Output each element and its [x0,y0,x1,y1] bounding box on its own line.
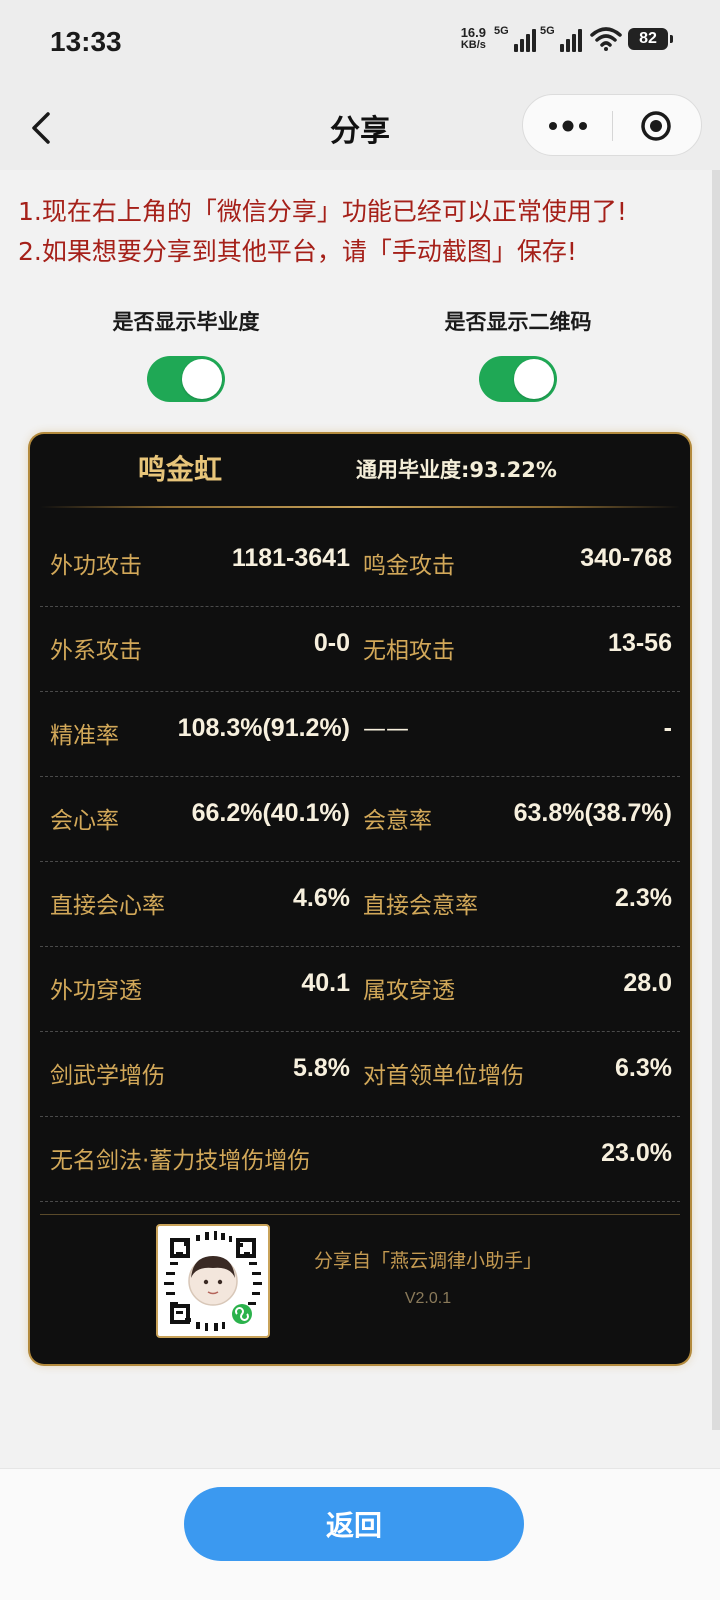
stat-label: 会意率 [363,808,432,834]
mini-program-capsule [522,94,702,156]
toggle-show-grad: 是否显示毕业度 [86,306,286,402]
stat-row: 精准率 108.3%(91.2%) —— - [40,692,680,777]
toggle-show-grad-label: 是否显示毕业度 [112,310,260,334]
signal-type-label-2: 5G [540,25,555,37]
stat-row-wide: 无名剑法·蓄力技增伤增伤 23.0% [40,1117,680,1202]
show-qr-switch[interactable] [479,356,557,402]
stat-value: 63.8%(38.7%) [513,799,672,827]
notice-line-1: 1.现在右上角的「微信分享」功能已经可以正常使用了! [18,197,627,226]
back-button[interactable]: 返回 [184,1487,524,1561]
toggle-show-qr-label: 是否显示二维码 [444,310,592,334]
network-speed: 16.9 KB/s [461,26,486,52]
status-time: 13:33 [50,26,122,57]
stat-value: 28.0 [623,969,672,997]
version-text: V2.0.1 [404,1290,452,1307]
stat-label: 无名剑法·蓄力技增伤增伤 [50,1148,311,1174]
notice-line-2: 2.如果想要分享到其他平台，请「手动截图」保存! [18,237,577,266]
stats-table: 外功攻击 1181-3641 鸣金攻击 340-768 外系攻击 0-0 无相攻… [40,522,680,1202]
stat-label: 直接会心率 [50,893,165,919]
toggle-show-qr: 是否显示二维码 [418,306,618,402]
stat-row: 会心率 66.2%(40.1%) 会意率 63.8%(38.7%) [40,777,680,862]
status-bar: 13:33 16.9 KB/s 5G 5G 82 [0,0,720,86]
stat-value: 5.8% [293,1054,350,1082]
stat-label: 直接会意率 [363,893,478,919]
more-dots-icon[interactable] [545,119,591,133]
footer-divider [40,1214,680,1215]
stat-value: 108.3%(91.2%) [177,714,350,742]
stat-label: 外系攻击 [50,638,142,664]
header-divider [40,506,680,508]
cellular-signal-icon-2: 5G [540,25,582,52]
character-name: 鸣金虹 [138,453,223,486]
notice-text: 1.现在右上角的「微信分享」功能已经可以正常使用了! 2.如果想要分享到其他平台… [18,192,708,272]
stat-label: 鸣金攻击 [363,553,455,579]
switch-knob [182,359,222,399]
mini-program-qr-code-icon [156,1224,270,1338]
network-speed-unit: KB/s [460,39,486,51]
battery-icon: 82 [628,28,673,50]
wifi-icon [590,27,622,51]
cellular-signal-icon: 5G [494,25,536,52]
stat-value: 13-56 [608,629,672,657]
stat-row: 外系攻击 0-0 无相攻击 13-56 [40,607,680,692]
stat-row: 外功穿透 40.1 属攻穿透 28.0 [40,947,680,1032]
stat-value: 40.1 [301,969,350,997]
target-circle-icon[interactable] [639,109,673,143]
stat-label: 对首领单位增伤 [363,1063,524,1089]
stat-value: 340-768 [580,544,672,572]
stat-label: 外功穿透 [50,978,142,1004]
switch-knob [514,359,554,399]
share-source-text: 分享自「燕云调律小助手」 [313,1250,542,1272]
stat-row: 外功攻击 1181-3641 鸣金攻击 340-768 [40,522,680,607]
capsule-divider [612,111,613,141]
stat-value: 66.2%(40.1%) [191,799,350,827]
stat-row: 剑武学增伤 5.8% 对首领单位增伤 6.3% [40,1032,680,1117]
stat-value: - [663,714,672,742]
stat-label: 属攻穿透 [363,978,455,1004]
battery-level: 82 [639,30,657,47]
signal-type-label: 5G [494,25,509,37]
stat-label: 精准率 [50,723,119,749]
stat-label: 外功攻击 [50,553,142,579]
network-speed-value: 16.9 [460,25,486,40]
nav-bar: 分享 [0,86,720,170]
stat-value: 4.6% [293,884,350,912]
stat-value: 2.3% [615,884,672,912]
stat-label: 无相攻击 [363,638,455,664]
stat-row: 直接会心率 4.6% 直接会意率 2.3% [40,862,680,947]
stat-value: 6.3% [615,1054,672,1082]
card-header: 鸣金虹 通用毕业度:93.22% [30,434,690,504]
status-icons: 16.9 KB/s 5G 5G 82 [461,25,673,52]
share-card: 鸣金虹 通用毕业度:93.22% 外功攻击 1181-3641 鸣金攻击 340… [30,434,690,1364]
scrollbar[interactable] [712,170,720,1430]
bottom-bar: 返回 [0,1468,720,1600]
stat-label: —— [363,716,409,742]
stat-value: 1181-3641 [231,544,350,572]
graduation-score: 通用毕业度:93.22% [356,458,557,482]
stat-value: 0-0 [313,629,350,657]
stat-label: 剑武学增伤 [50,1063,165,1089]
stat-label: 会心率 [50,808,119,834]
show-grad-switch[interactable] [147,356,225,402]
stat-value: 23.0% [601,1139,672,1167]
